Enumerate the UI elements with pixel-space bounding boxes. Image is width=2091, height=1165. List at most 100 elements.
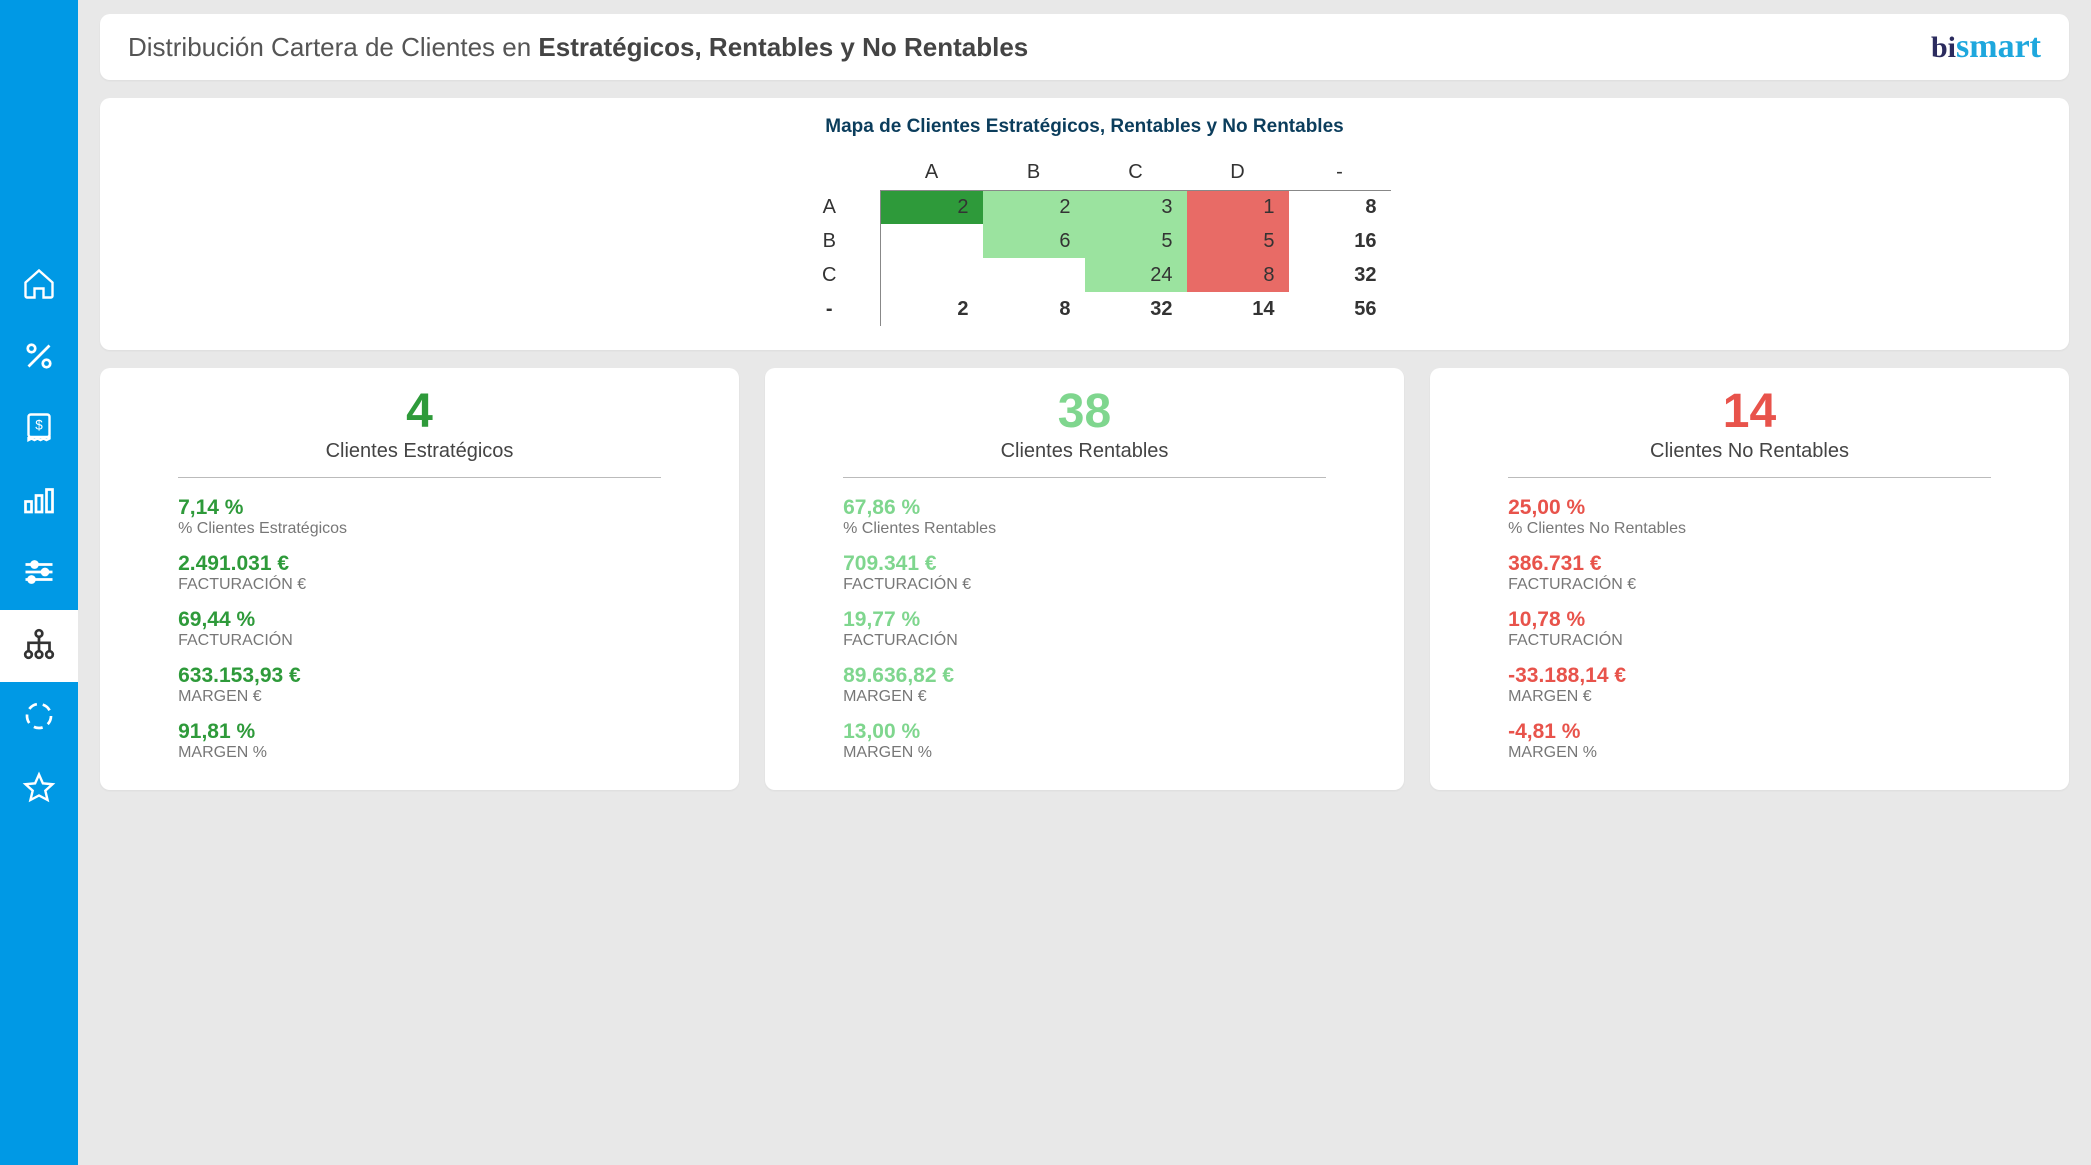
- matrix-col-header: C: [1085, 156, 1187, 190]
- kpi-card: 14 Clientes No Rentables 25,00 %% Clientes…: [1430, 368, 2069, 790]
- home-icon: [21, 266, 57, 307]
- sidebar-item-chart[interactable]: [0, 466, 78, 538]
- kpi-divider: [843, 477, 1326, 478]
- kpi-metric: 67,86 %% Clientes Rentables: [843, 496, 1326, 538]
- kpi-card: 38Clientes Rentables67,86 %% Clientes Re…: [765, 368, 1404, 790]
- matrix-cell: 6: [983, 224, 1085, 258]
- kpi-metrics: 7,14 %% Clientes Estratégicos 2.491.031 €…: [178, 496, 661, 762]
- metric-value: -4,81 %: [1508, 720, 1991, 744]
- matrix-card: Mapa de Clientes Estratégicos, Rentables…: [100, 98, 2069, 350]
- kpi-label: Clientes Estratégicos: [326, 440, 514, 463]
- brand-logo: bismart: [1931, 28, 2041, 66]
- matrix-cell: 8: [1289, 190, 1391, 224]
- kpi-divider: [178, 477, 661, 478]
- matrix-cell: 16: [1289, 224, 1391, 258]
- matrix-cell: 2: [881, 292, 983, 326]
- matrix-cell: 32: [1085, 292, 1187, 326]
- metric-label: MARGEN €: [1508, 688, 1991, 706]
- sliders-icon: [21, 554, 57, 595]
- logo-bi: bi: [1931, 31, 1956, 64]
- metric-value: 2.491.031 €: [178, 552, 661, 576]
- matrix-corner: [779, 156, 881, 190]
- star-icon: [21, 770, 57, 811]
- matrix-cell: 2: [881, 190, 983, 224]
- matrix-cell: 3: [1085, 190, 1187, 224]
- kpi-metric: 10,78 %FACTURACIÓN: [1508, 608, 1991, 650]
- metric-label: MARGEN €: [843, 688, 1326, 706]
- kpi-metric: 709.341 €FACTURACIÓN €: [843, 552, 1326, 594]
- matrix-cell: 8: [983, 292, 1085, 326]
- kpi-metric: -33.188,14 €MARGEN €: [1508, 664, 1991, 706]
- kpi-number: 38: [1058, 388, 1111, 436]
- kpi-metric: 89.636,82 €MARGEN €: [843, 664, 1326, 706]
- percent-icon: [21, 338, 57, 379]
- metric-value: 7,14 %: [178, 496, 661, 520]
- main-content: Distribución Cartera de Clientes en Estr…: [78, 0, 2091, 1165]
- metric-value: 386.731 €: [1508, 552, 1991, 576]
- kpi-number: 4: [406, 388, 433, 436]
- kpi-metric: 7,14 %% Clientes Estratégicos: [178, 496, 661, 538]
- matrix-cell: 2: [983, 190, 1085, 224]
- metric-label: FACTURACIÓN €: [1508, 576, 1991, 594]
- metric-value: 633.153,93 €: [178, 664, 661, 688]
- receipt-icon: $: [21, 410, 57, 451]
- kpi-metrics: 67,86 %% Clientes Rentables 709.341 €FACT…: [843, 496, 1326, 762]
- bar-chart-icon: [21, 482, 57, 523]
- metric-label: FACTURACIÓN: [843, 632, 1326, 650]
- matrix-cell: 1: [1187, 190, 1289, 224]
- matrix-col-header: -: [1289, 156, 1391, 190]
- kpi-label: Clientes No Rentables: [1650, 440, 1849, 463]
- svg-text:$: $: [35, 417, 43, 432]
- sidebar-item-home[interactable]: [0, 250, 78, 322]
- kpi-number: 14: [1723, 388, 1776, 436]
- sidebar-item-receipt[interactable]: $: [0, 394, 78, 466]
- matrix-cell: 5: [1187, 224, 1289, 258]
- matrix-cell: 5: [1085, 224, 1187, 258]
- page-title: Distribución Cartera de Clientes en Estr…: [128, 32, 1028, 63]
- metric-value: 67,86 %: [843, 496, 1326, 520]
- sidebar-item-sliders[interactable]: [0, 538, 78, 610]
- sidebar-item-progress[interactable]: [0, 682, 78, 754]
- metric-label: % Clientes Rentables: [843, 520, 1326, 538]
- sidebar-item-star[interactable]: [0, 754, 78, 826]
- matrix-row-header: -: [779, 292, 881, 326]
- page-title-bold: Estratégicos, Rentables y No Rentables: [538, 32, 1028, 62]
- metric-value: 25,00 %: [1508, 496, 1991, 520]
- kpi-metric: 19,77 %FACTURACIÓN: [843, 608, 1326, 650]
- kpi-metric: 91,81 %MARGEN %: [178, 720, 661, 762]
- kpi-metric: 13,00 %MARGEN %: [843, 720, 1326, 762]
- metric-label: MARGEN %: [843, 744, 1326, 762]
- matrix-row-header: A: [779, 190, 881, 224]
- metric-label: % Clientes No Rentables: [1508, 520, 1991, 538]
- matrix-cell: 32: [1289, 258, 1391, 292]
- kpi-metric: 633.153,93 €MARGEN €: [178, 664, 661, 706]
- metric-label: % Clientes Estratégicos: [178, 520, 661, 538]
- matrix-cell: 14: [1187, 292, 1289, 326]
- kpi-metric: 2.491.031 €FACTURACIÓN €: [178, 552, 661, 594]
- metric-label: MARGEN %: [1508, 744, 1991, 762]
- matrix-row-header: C: [779, 258, 881, 292]
- matrix-cell: [881, 224, 983, 258]
- header-card: Distribución Cartera de Clientes en Estr…: [100, 14, 2069, 80]
- metric-label: FACTURACIÓN €: [843, 576, 1326, 594]
- page-title-prefix: Distribución Cartera de Clientes en: [128, 32, 538, 62]
- hierarchy-icon: [21, 626, 57, 667]
- kpi-metrics: 25,00 %% Clientes No Rentables386.731 €F…: [1508, 496, 1991, 762]
- sidebar-item-hierarchy[interactable]: [0, 610, 78, 682]
- metric-value: -33.188,14 €: [1508, 664, 1991, 688]
- metric-value: 10,78 %: [1508, 608, 1991, 632]
- matrix-title: Mapa de Clientes Estratégicos, Rentables…: [120, 116, 2049, 138]
- kpi-metric: -4,81 %MARGEN %: [1508, 720, 1991, 762]
- metric-label: MARGEN €: [178, 688, 661, 706]
- metric-label: FACTURACIÓN €: [178, 576, 661, 594]
- matrix-cell: [881, 258, 983, 292]
- metric-value: 19,77 %: [843, 608, 1326, 632]
- kpi-divider: [1508, 477, 1991, 478]
- metric-label: FACTURACIÓN: [1508, 632, 1991, 650]
- kpi-metric: 386.731 €FACTURACIÓN €: [1508, 552, 1991, 594]
- sidebar-item-percent[interactable]: [0, 322, 78, 394]
- metric-label: MARGEN %: [178, 744, 661, 762]
- matrix-cell: [983, 258, 1085, 292]
- logo-smart: smart: [1956, 28, 2041, 65]
- matrix-col-header: A: [881, 156, 983, 190]
